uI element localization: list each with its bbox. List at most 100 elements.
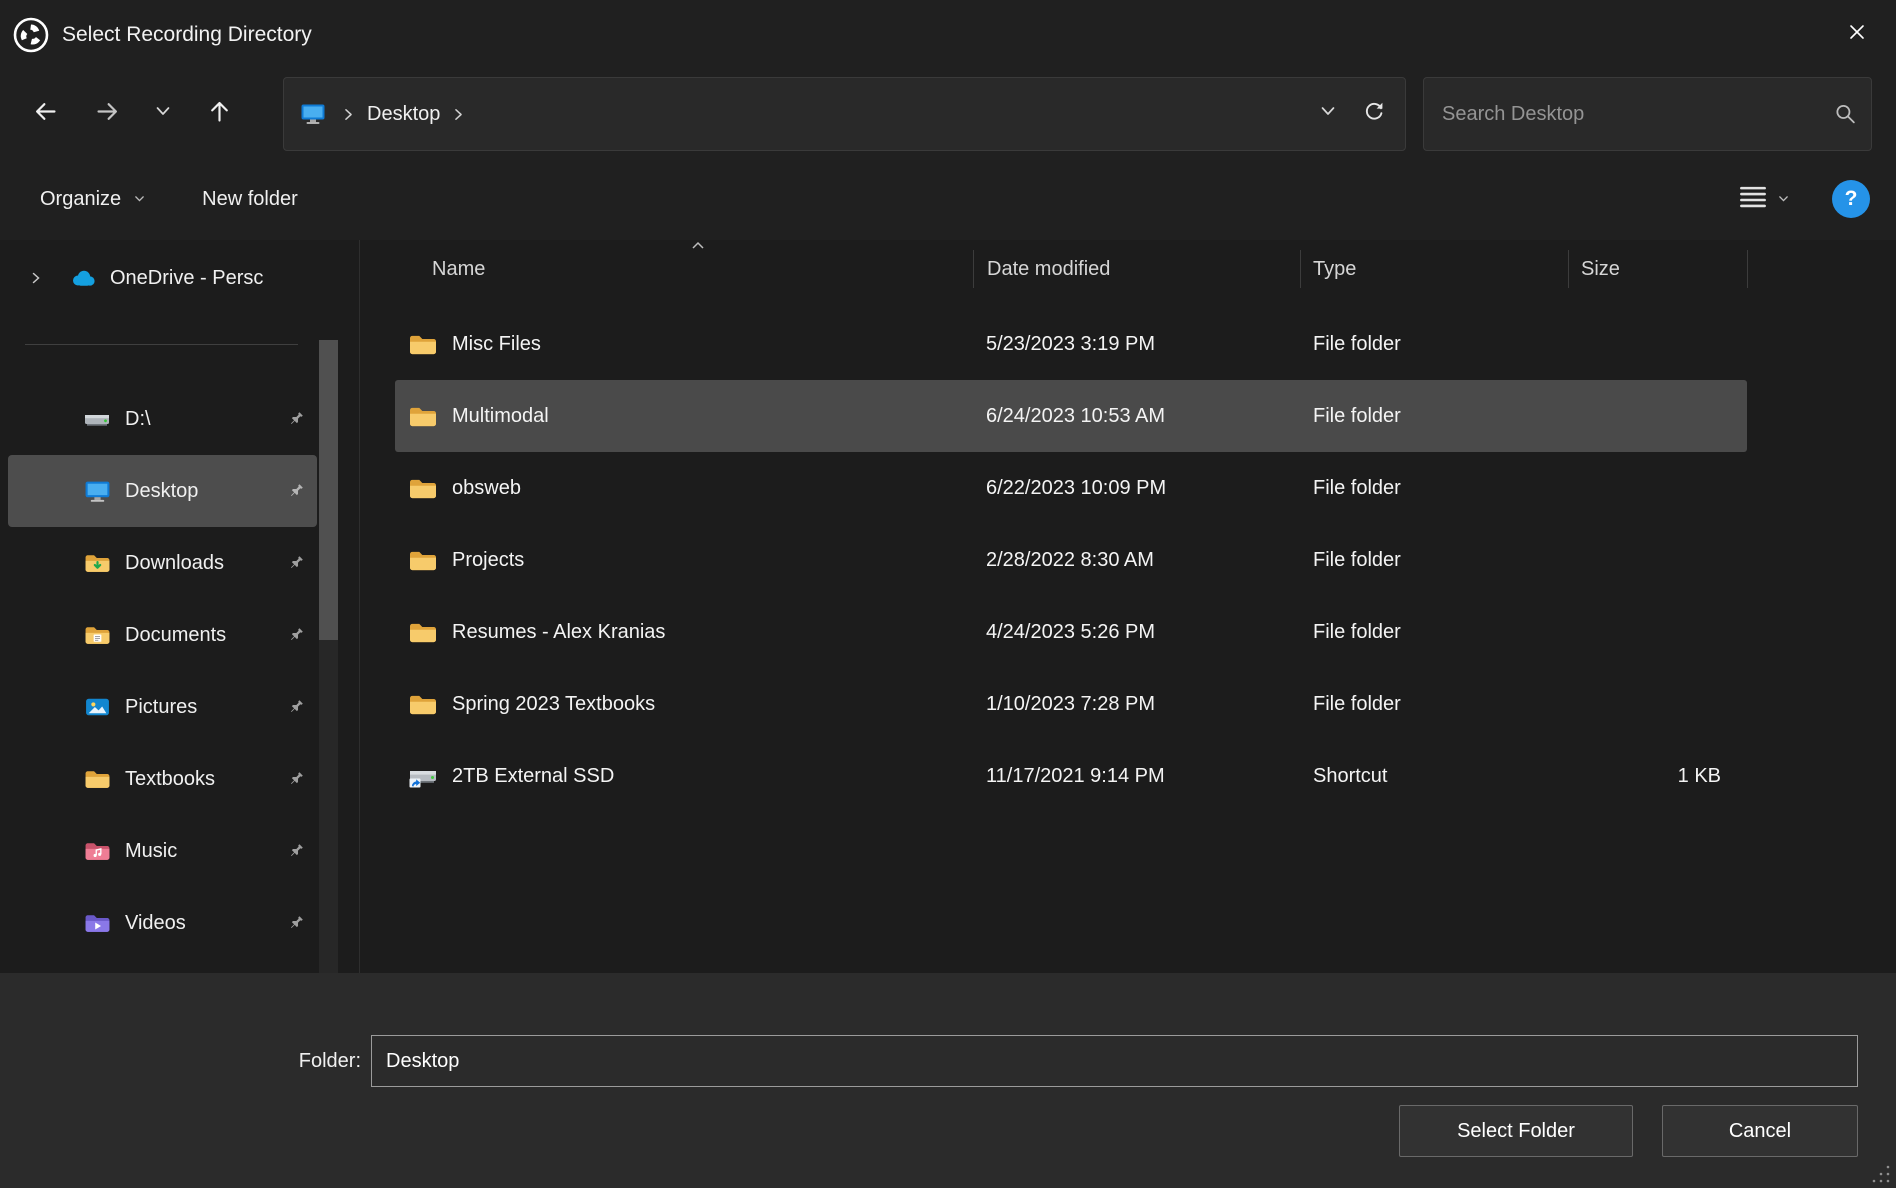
file-rows: Misc Files 5/23/2023 3:19 PM File folder	[360, 308, 1896, 812]
onedrive-icon	[68, 268, 98, 288]
music-icon	[82, 840, 112, 862]
dialog-body: OneDrive - Persc D:\	[0, 240, 1896, 973]
select-folder-button[interactable]: Select Folder	[1399, 1105, 1633, 1157]
details-view-icon	[1739, 184, 1767, 214]
sidebar-item-documents[interactable]: Documents	[8, 599, 317, 671]
file-name: 2TB External SSD	[452, 765, 614, 788]
file-name-cell: obsweb	[395, 476, 973, 500]
sidebar-item-textbooks[interactable]: Textbooks	[8, 743, 317, 815]
organize-button[interactable]: Organize	[26, 176, 160, 223]
pin-icon	[286, 698, 305, 717]
file-row[interactable]: Multimodal 6/24/2023 10:53 AM File folde…	[395, 380, 1747, 452]
folder-icon	[82, 768, 112, 790]
search-input[interactable]	[1424, 78, 1871, 150]
chevron-down-icon	[153, 101, 173, 127]
scrollbar-thumb[interactable]	[319, 340, 338, 640]
sidebar-item-d-drive[interactable]: D:\	[8, 383, 317, 455]
folder-icon	[408, 404, 438, 428]
sidebar-item-label: Pictures	[125, 696, 197, 719]
window-title: Select Recording Directory	[62, 23, 312, 47]
file-name-cell: Spring 2023 Textbooks	[395, 692, 973, 716]
folder-name-input[interactable]	[371, 1035, 1858, 1087]
file-name-cell: Resumes - Alex Kranias	[395, 620, 973, 644]
help-icon: ?	[1845, 187, 1858, 211]
file-row[interactable]: 2TB External SSD 11/17/2021 9:14 PM Shor…	[395, 740, 1747, 812]
file-type: File folder	[1300, 549, 1568, 572]
pin-icon	[286, 554, 305, 573]
new-folder-label: New folder	[202, 188, 298, 211]
file-name: Resumes - Alex Kranias	[452, 621, 665, 644]
view-options-button[interactable]	[1727, 174, 1802, 224]
search-icon	[1834, 103, 1857, 126]
sidebar-item-videos[interactable]: Videos	[8, 887, 317, 959]
file-name: Projects	[452, 549, 524, 572]
chevron-right-icon	[340, 106, 357, 123]
folder-label: Folder:	[299, 1035, 361, 1087]
sidebar-item-downloads[interactable]: Downloads	[8, 527, 317, 599]
chevron-right-icon	[450, 106, 467, 123]
cancel-button[interactable]: Cancel	[1662, 1105, 1858, 1157]
desktop-icon	[82, 480, 112, 503]
file-name: Multimodal	[452, 405, 549, 428]
sidebar-item-music[interactable]: Music	[8, 815, 317, 887]
file-date-modified: 1/10/2023 7:28 PM	[973, 693, 1300, 716]
sidebar-item-desktop[interactable]: Desktop	[8, 455, 317, 527]
forward-button[interactable]	[78, 85, 136, 143]
pin-icon	[286, 914, 305, 933]
file-name: Misc Files	[452, 333, 541, 356]
downloads-icon	[82, 552, 112, 574]
select-recording-directory-dialog: Select Recording Directory	[0, 0, 1896, 1188]
address-bar[interactable]: Desktop	[283, 77, 1406, 151]
desktop-location-icon	[300, 103, 326, 125]
address-dropdown-button[interactable]	[1305, 86, 1351, 142]
chevron-down-icon	[1318, 101, 1338, 127]
expand-chevron-icon[interactable]	[28, 270, 52, 286]
folder-icon	[408, 692, 438, 716]
file-row[interactable]: Misc Files 5/23/2023 3:19 PM File folder	[395, 308, 1747, 380]
sidebar-item-label: Music	[125, 840, 177, 863]
file-row[interactable]: Spring 2023 Textbooks 1/10/2023 7:28 PM …	[395, 668, 1747, 740]
search-box	[1423, 77, 1872, 151]
chevron-down-icon	[1777, 188, 1790, 211]
new-folder-button[interactable]: New folder	[188, 176, 312, 223]
help-button[interactable]: ?	[1832, 180, 1870, 218]
obs-logo-icon	[12, 16, 50, 54]
file-name-cell: Misc Files	[395, 332, 973, 356]
organize-label: Organize	[40, 188, 121, 211]
file-name: Spring 2023 Textbooks	[452, 693, 655, 716]
forward-icon	[94, 98, 121, 131]
file-row[interactable]: Resumes - Alex Kranias 4/24/2023 5:26 PM…	[395, 596, 1747, 668]
recent-locations-button[interactable]	[140, 85, 186, 143]
sidebar-item-pictures[interactable]: Pictures	[8, 671, 317, 743]
resize-grip[interactable]	[1870, 1163, 1892, 1185]
close-icon	[1846, 21, 1868, 49]
refresh-button[interactable]	[1351, 86, 1397, 142]
up-icon	[206, 98, 233, 131]
file-date-modified: 4/24/2023 5:26 PM	[973, 621, 1300, 644]
file-size: 1 KB	[1568, 765, 1747, 788]
up-button[interactable]	[190, 85, 248, 143]
sidebar-item-onedrive[interactable]: OneDrive - Persc	[8, 246, 317, 310]
column-header-type[interactable]: Type	[1300, 250, 1568, 288]
column-header-date-modified[interactable]: Date modified	[973, 250, 1300, 288]
sidebar-item-label: Videos	[125, 912, 186, 935]
file-type: File folder	[1300, 621, 1568, 644]
close-button[interactable]	[1828, 6, 1886, 64]
breadcrumb-desktop[interactable]: Desktop	[361, 103, 446, 126]
file-type: File folder	[1300, 405, 1568, 428]
file-date-modified: 6/24/2023 10:53 AM	[973, 405, 1300, 428]
pictures-icon	[82, 696, 112, 718]
column-header-size[interactable]: Size	[1568, 250, 1747, 288]
file-row[interactable]: Projects 2/28/2022 8:30 AM File folder	[395, 524, 1747, 596]
pin-icon	[286, 626, 305, 645]
drive-shortcut-icon	[408, 764, 438, 788]
videos-icon	[82, 912, 112, 934]
sidebar-item-label: Textbooks	[125, 768, 215, 791]
back-button[interactable]	[16, 85, 74, 143]
column-header-name[interactable]: Name	[360, 250, 973, 288]
file-row[interactable]: obsweb 6/22/2023 10:09 PM File folder	[395, 452, 1747, 524]
titlebar: Select Recording Directory	[0, 0, 1896, 70]
sidebar-scrollbar[interactable]	[319, 340, 338, 973]
dialog-footer: Folder: Select Folder Cancel	[0, 973, 1896, 1188]
back-icon	[32, 98, 59, 131]
